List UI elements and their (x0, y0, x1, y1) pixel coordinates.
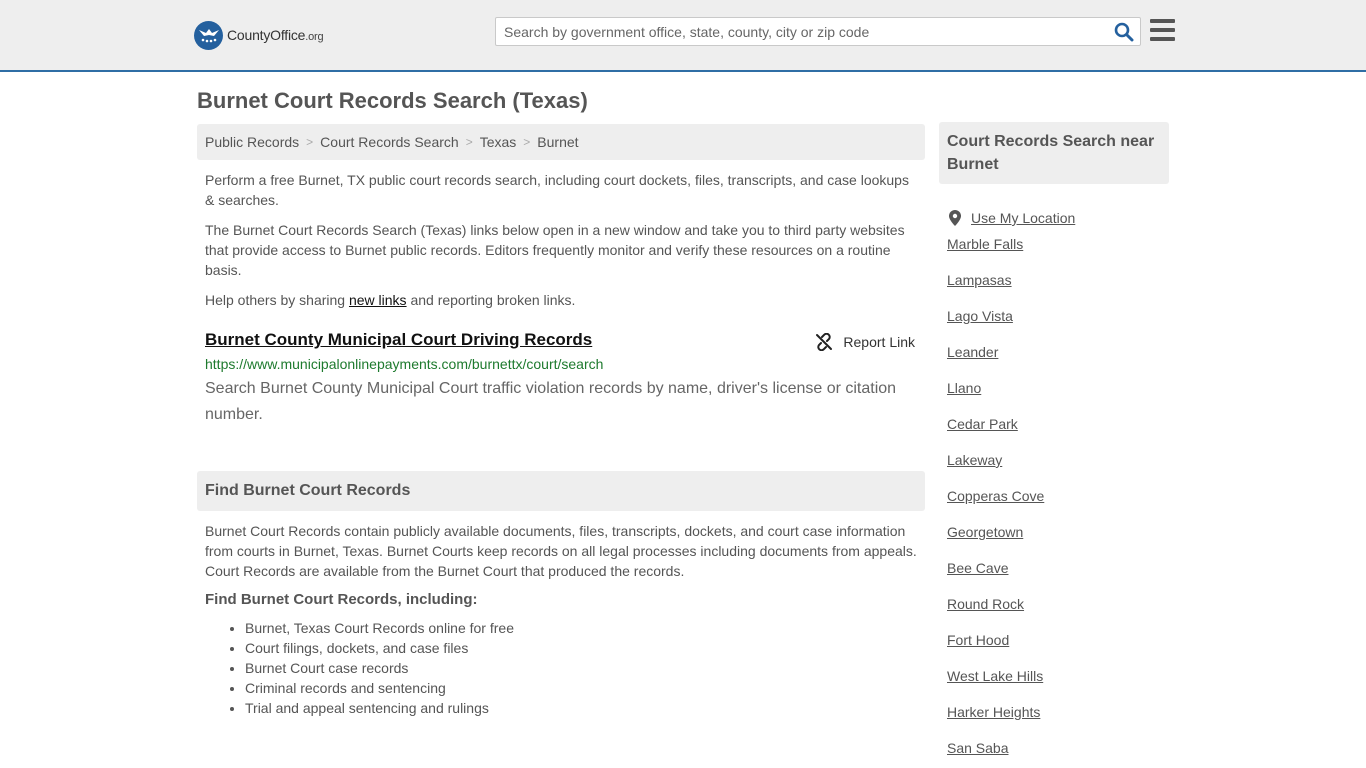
logo-main-text: CountyOffice (227, 27, 306, 43)
list-item: Georgetown (947, 524, 1169, 560)
city-link[interactable]: Marble Falls (947, 236, 1023, 252)
page-title: Burnet Court Records Search (Texas) (197, 88, 588, 113)
logo-suffix-text: .org (305, 31, 324, 43)
record-url: https://www.municipalonlinepayments.com/… (205, 356, 604, 372)
city-link[interactable]: Leander (947, 344, 998, 360)
breadcrumb-separator-icon: > (523, 135, 531, 149)
report-link-label: Report Link (843, 334, 915, 350)
report-link-button[interactable]: Report Link (815, 333, 915, 351)
breadcrumb-public-records[interactable]: Public Records (205, 134, 299, 150)
hamburger-menu-icon[interactable] (1150, 19, 1175, 41)
breadcrumb: Public Records > Court Records Search > … (197, 124, 925, 160)
city-link[interactable]: Llano (947, 380, 981, 396)
search-icon (1114, 22, 1134, 42)
list-item: Fort Hood (947, 632, 1169, 668)
list-item: West Lake Hills (947, 668, 1169, 704)
list-item: Llano (947, 380, 1169, 416)
record-title-link[interactable]: Burnet County Municipal Court Driving Re… (205, 330, 592, 350)
breadcrumb-separator-icon: > (465, 135, 473, 149)
record-description: Search Burnet County Municipal Court tra… (205, 380, 897, 423)
list-item: Lampasas (947, 272, 1169, 308)
logo-wordmark: CountyOffice.org (227, 27, 324, 43)
list-item: Harker Heights (947, 704, 1169, 740)
main-content: Public Records > Court Records Search > … (197, 124, 925, 718)
city-link[interactable]: Copperas Cove (947, 488, 1044, 504)
use-location-item: Use My Location (947, 200, 1169, 236)
breadcrumb-separator-icon: > (306, 135, 314, 149)
location-pin-icon (949, 210, 961, 226)
intro-paragraph-2: The Burnet Court Records Search (Texas) … (205, 222, 905, 278)
new-links-link[interactable]: new links (349, 292, 407, 308)
city-link[interactable]: West Lake Hills (947, 668, 1043, 684)
list-item: Cedar Park (947, 416, 1169, 452)
site-logo[interactable]: CountyOffice.org (194, 20, 324, 50)
city-link[interactable]: Georgetown (947, 524, 1023, 540)
city-link[interactable]: Harker Heights (947, 704, 1040, 720)
intro-p3-after: and reporting broken links. (406, 292, 576, 308)
list-item: Court filings, dockets, and case files (245, 638, 925, 658)
list-item: Leander (947, 344, 1169, 380)
find-section-subheading: Find Burnet Court Records, including: (205, 591, 478, 608)
city-link[interactable]: Round Rock (947, 596, 1024, 612)
list-item: Marble Falls (947, 236, 1169, 272)
list-item: Bee Cave (947, 560, 1169, 596)
intro-paragraph-1: Perform a free Burnet, TX public court r… (205, 172, 909, 208)
city-link[interactable]: Lampasas (947, 272, 1012, 288)
broken-link-icon (816, 333, 833, 351)
list-item: Lakeway (947, 452, 1169, 488)
search-button[interactable] (1114, 22, 1134, 42)
list-item: Burnet Court case records (245, 658, 925, 678)
city-link[interactable]: Lago Vista (947, 308, 1013, 324)
list-item: Round Rock (947, 596, 1169, 632)
eagle-seal-icon (194, 20, 223, 50)
find-section-text: Burnet Court Records contain publicly av… (205, 523, 917, 579)
list-item: Copperas Cove (947, 488, 1169, 524)
intro-text: Perform a free Burnet, TX public court r… (197, 170, 925, 310)
find-section-heading: Find Burnet Court Records (197, 471, 925, 511)
list-item: Criminal records and sentencing (245, 678, 925, 698)
city-link[interactable]: San Saba (947, 740, 1009, 756)
search-bar (495, 17, 1141, 46)
search-input[interactable] (496, 18, 1096, 45)
find-section-list: Burnet, Texas Court Records online for f… (197, 618, 925, 718)
sidebar: Court Records Search near Burnet Use My … (939, 122, 1169, 768)
list-item: Lago Vista (947, 308, 1169, 344)
nearby-cities-list: Use My Location Marble Falls Lampasas La… (939, 200, 1169, 768)
city-link[interactable]: Cedar Park (947, 416, 1018, 432)
city-link[interactable]: Lakeway (947, 452, 1002, 468)
record-listing: Burnet County Municipal Court Driving Re… (197, 330, 925, 428)
list-item: Burnet, Texas Court Records online for f… (245, 618, 925, 638)
city-link[interactable]: Bee Cave (947, 560, 1008, 576)
intro-paragraph-3: Help others by sharing new links and rep… (205, 290, 917, 310)
list-item: Trial and appeal sentencing and rulings (245, 698, 925, 718)
list-item: San Saba (947, 740, 1169, 768)
site-header: CountyOffice.org (0, 0, 1366, 72)
use-my-location-link[interactable]: Use My Location (971, 210, 1075, 226)
breadcrumb-court-records-search[interactable]: Court Records Search (320, 134, 459, 150)
city-link[interactable]: Fort Hood (947, 632, 1009, 648)
sidebar-heading: Court Records Search near Burnet (939, 122, 1169, 184)
breadcrumb-texas[interactable]: Texas (480, 134, 517, 150)
intro-p3-before: Help others by sharing (205, 292, 349, 308)
breadcrumb-burnet[interactable]: Burnet (537, 134, 578, 150)
